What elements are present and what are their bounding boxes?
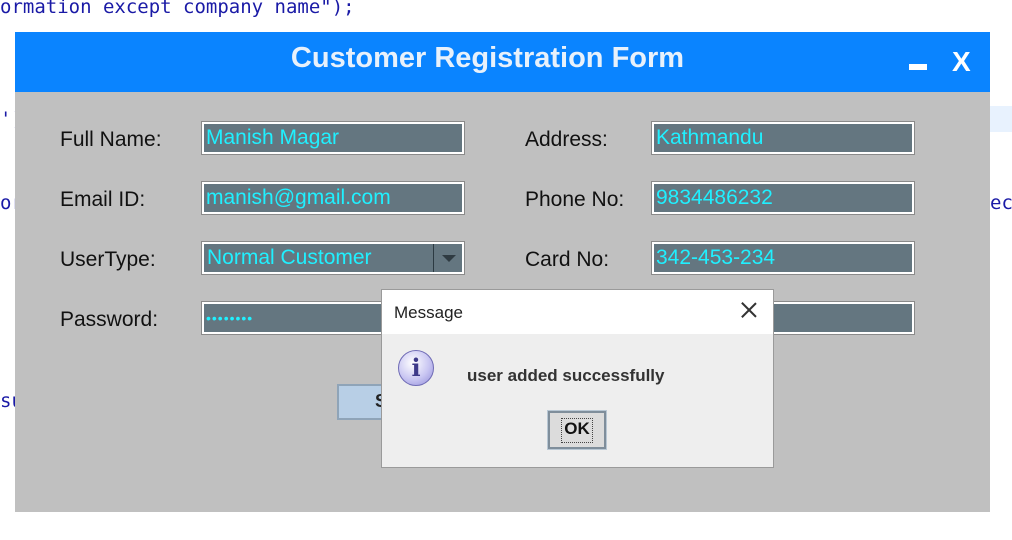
dialog-close-icon[interactable] <box>737 298 761 322</box>
card-label: Card No: <box>525 248 610 271</box>
ok-focus-ring <box>561 418 593 443</box>
message-dialog: Message i user added successfully OK <box>381 289 774 468</box>
usertype-label: UserType: <box>60 248 156 271</box>
dialog-titlebar[interactable]: Message <box>382 290 773 334</box>
full-name-field[interactable]: Manish Magar <box>201 121 465 155</box>
usertype-selected-value: Normal Customer <box>207 246 372 269</box>
full-name-label: Full Name: <box>60 128 162 151</box>
usertype-select[interactable]: Normal Customer <box>201 241 465 275</box>
close-button[interactable]: X <box>952 46 971 78</box>
dialog-message: user added successfully <box>467 366 665 385</box>
address-label: Address: <box>525 128 608 151</box>
email-field[interactable]: manish@gmail.com <box>201 181 465 215</box>
email-label: Email ID: <box>60 188 146 211</box>
phone-field[interactable]: 9834486232 <box>651 181 915 215</box>
window-title: Customer Registration Form <box>290 42 685 74</box>
password-label: Password: <box>60 308 159 331</box>
info-icon: i <box>398 350 434 386</box>
window-titlebar[interactable]: Customer Registration Form X <box>15 32 990 92</box>
minimize-icon <box>909 64 927 70</box>
chevron-down-icon[interactable] <box>433 244 462 272</box>
phone-label: Phone No: <box>525 188 625 211</box>
dialog-title: Message <box>394 303 463 322</box>
code-fragment-eci: eci <box>990 192 1012 214</box>
code-line-top: ormation except company name"); <box>0 0 355 18</box>
ok-button[interactable]: OK <box>547 410 607 450</box>
address-field[interactable]: Kathmandu <box>651 121 915 155</box>
card-field[interactable]: 342-453-234 <box>651 241 915 275</box>
